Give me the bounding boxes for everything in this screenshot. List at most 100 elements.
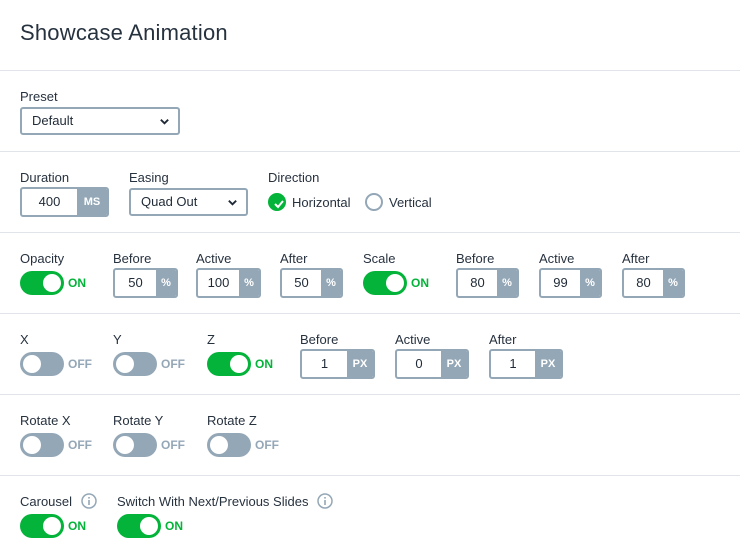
translate-after-label: After xyxy=(489,332,517,347)
duration-input[interactable]: 400 MS xyxy=(20,187,109,217)
opacity-before-unit: % xyxy=(156,270,176,296)
toggle-state: ON xyxy=(68,276,86,290)
panel-title: Showcase Animation xyxy=(20,20,228,45)
rotate-z-toggle[interactable]: OFF xyxy=(207,433,279,457)
toggle-track xyxy=(20,514,64,538)
toggle-knob xyxy=(386,274,404,292)
scale-before-label: Before xyxy=(456,251,495,266)
scale-before-input[interactable]: 80 % xyxy=(456,268,519,298)
toggle-track xyxy=(20,352,64,376)
preset-select[interactable]: Default xyxy=(20,107,180,135)
direction-vertical-radio[interactable]: Vertical xyxy=(365,193,432,211)
scale-after-label: After xyxy=(622,251,650,266)
toggle-knob xyxy=(23,355,41,373)
toggle-track xyxy=(117,514,161,538)
toggle-knob xyxy=(43,517,61,535)
showcase-animation-panel: Showcase Animation Preset Default Durati… xyxy=(0,0,740,550)
divider xyxy=(0,70,740,71)
scale-before-unit: % xyxy=(497,270,517,296)
opacity-before-input[interactable]: 50 % xyxy=(113,268,178,298)
scale-after-unit: % xyxy=(663,270,683,296)
scale-toggle[interactable]: ON xyxy=(363,271,429,295)
toggle-knob xyxy=(210,436,228,454)
divider xyxy=(0,151,740,152)
scale-active-label: Active xyxy=(539,251,575,266)
scale-active-value: 99 xyxy=(553,275,568,290)
toggle-state: ON xyxy=(165,519,183,533)
switch-slides-label-wrap: Switch With Next/Previous Slides xyxy=(117,493,333,509)
scale-active-input[interactable]: 99 % xyxy=(539,268,602,298)
preset-label: Preset xyxy=(20,89,58,104)
easing-value: Quad Out xyxy=(141,194,198,209)
toggle-track xyxy=(113,352,157,376)
opacity-before-label: Before xyxy=(113,251,152,266)
radio-checked-icon xyxy=(268,193,286,211)
toggle-track xyxy=(207,352,251,376)
translate-after-input[interactable]: 1 PX xyxy=(489,349,563,379)
toggle-state: ON xyxy=(68,519,86,533)
z-toggle[interactable]: ON xyxy=(207,352,273,376)
toggle-state: OFF xyxy=(68,438,92,452)
switch-slides-label: Switch With Next/Previous Slides xyxy=(117,494,309,509)
info-icon[interactable] xyxy=(317,493,333,509)
toggle-track xyxy=(20,433,64,457)
toggle-track xyxy=(20,271,64,295)
translate-after-value: 1 xyxy=(509,356,517,371)
chevron-down-icon xyxy=(160,119,169,125)
toggle-knob xyxy=(140,517,158,535)
toggle-track xyxy=(207,433,251,457)
toggle-state: OFF xyxy=(161,357,185,371)
rotate-y-toggle[interactable]: OFF xyxy=(113,433,185,457)
switch-slides-toggle[interactable]: ON xyxy=(117,514,183,538)
opacity-toggle[interactable]: ON xyxy=(20,271,86,295)
divider xyxy=(0,313,740,314)
toggle-state: ON xyxy=(411,276,429,290)
direction-horizontal-radio[interactable]: Horizontal xyxy=(268,193,351,211)
toggle-knob xyxy=(116,436,134,454)
divider xyxy=(0,475,740,476)
duration-unit: MS xyxy=(77,189,107,215)
opacity-active-value: 100 xyxy=(207,275,230,290)
translate-before-input[interactable]: 1 PX xyxy=(300,349,375,379)
rotate-z-label: Rotate Z xyxy=(207,413,257,428)
opacity-after-unit: % xyxy=(321,270,341,296)
chevron-down-icon xyxy=(228,200,237,206)
direction-label: Direction xyxy=(268,170,320,185)
opacity-active-input[interactable]: 100 % xyxy=(196,268,261,298)
x-toggle[interactable]: OFF xyxy=(20,352,92,376)
carousel-toggle[interactable]: ON xyxy=(20,514,86,538)
scale-label: Scale xyxy=(363,251,396,266)
rotate-x-toggle[interactable]: OFF xyxy=(20,433,92,457)
z-label: Z xyxy=(207,332,215,347)
y-toggle[interactable]: OFF xyxy=(113,352,185,376)
toggle-knob xyxy=(230,355,248,373)
easing-label: Easing xyxy=(129,170,169,185)
direction-vertical-label: Vertical xyxy=(389,194,432,210)
carousel-label-wrap: Carousel xyxy=(20,493,97,509)
divider xyxy=(0,232,740,233)
opacity-after-label: After xyxy=(280,251,308,266)
toggle-knob xyxy=(43,274,61,292)
opacity-after-value: 50 xyxy=(294,275,309,290)
toggle-knob xyxy=(116,355,134,373)
info-icon[interactable] xyxy=(80,493,97,509)
scale-active-unit: % xyxy=(580,270,600,296)
direction-horizontal-label: Horizontal xyxy=(292,194,351,210)
translate-active-input[interactable]: 0 PX xyxy=(395,349,469,379)
easing-select[interactable]: Quad Out xyxy=(129,188,248,216)
toggle-state: OFF xyxy=(161,438,185,452)
opacity-before-value: 50 xyxy=(128,275,143,290)
opacity-active-label: Active xyxy=(196,251,232,266)
translate-after-unit: PX xyxy=(535,351,561,377)
toggle-state: OFF xyxy=(68,357,92,371)
opacity-after-input[interactable]: 50 % xyxy=(280,268,343,298)
y-label: Y xyxy=(113,332,122,347)
toggle-track xyxy=(113,433,157,457)
toggle-state: OFF xyxy=(255,438,279,452)
toggle-track xyxy=(363,271,407,295)
duration-value: 400 xyxy=(38,194,61,209)
rotate-x-label: Rotate X xyxy=(20,413,71,428)
divider xyxy=(0,394,740,395)
translate-active-unit: PX xyxy=(441,351,467,377)
scale-after-input[interactable]: 80 % xyxy=(622,268,685,298)
